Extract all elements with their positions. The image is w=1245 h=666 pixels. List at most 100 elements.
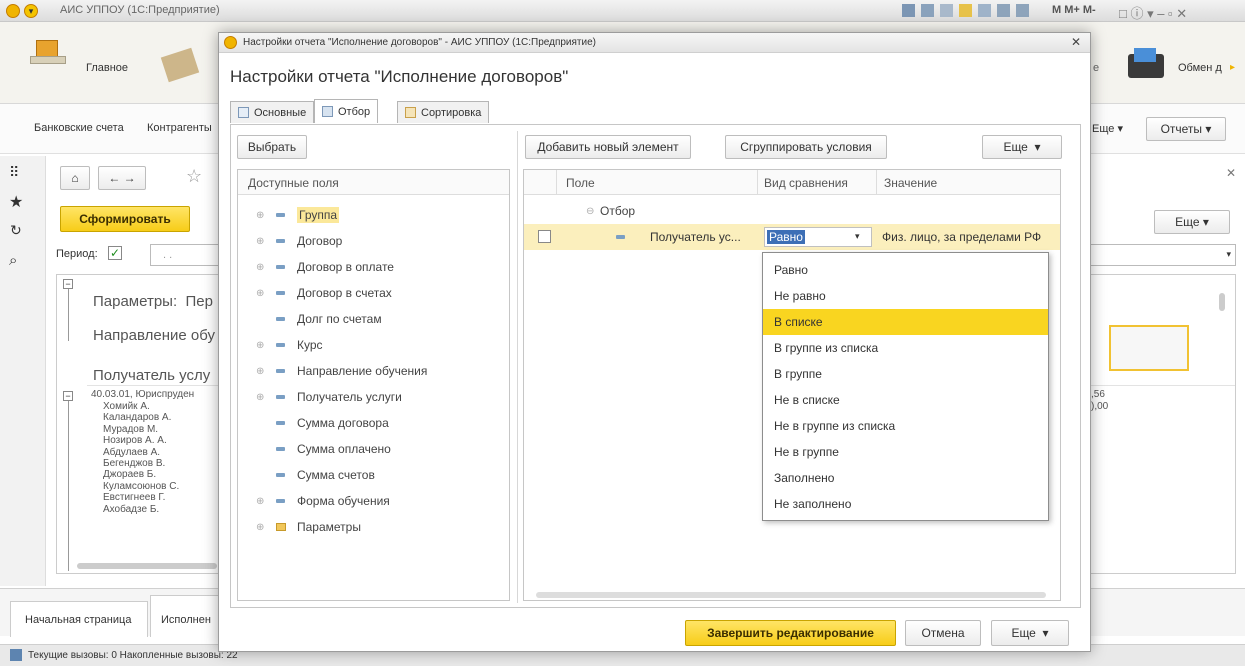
documents-section-icon[interactable] [158,46,202,84]
field-item[interactable]: ⊕ Группа [256,202,340,228]
field-item[interactable]: ⊕ Получатель услуги [256,384,402,410]
apps-grid-icon[interactable]: ⠿ [9,164,19,181]
field-item[interactable]: ⊕ Направление обучения [256,358,427,384]
field-item[interactable]: Сумма оплачено [256,436,391,462]
params-tail: Пер [185,293,213,310]
generate-button[interactable]: Сформировать [60,206,190,232]
tab-sort[interactable]: Сортировка [397,101,490,123]
field-icon [276,499,285,503]
home-section-icon[interactable] [26,32,70,70]
nav-contractors[interactable]: Контрагенты [147,122,212,134]
field-item[interactable]: ⊕ Форма обучения [256,488,390,514]
favorites-star-icon[interactable]: ★ [9,192,23,212]
option-not-equal[interactable]: Не равно [763,283,1048,309]
expand-icon[interactable]: ⊕ [256,366,270,377]
save-icon[interactable] [902,4,915,17]
report-vscroll-thumb[interactable] [1219,293,1225,311]
field-item[interactable]: ⊕ Договор в счетах [256,280,392,306]
add-element-button[interactable]: Добавить новый элемент [525,135,691,159]
field-label: Договор [297,234,343,248]
tab-home-page[interactable]: Начальная страница [10,601,148,637]
expand-icon[interactable]: ⊕ [256,496,270,507]
dialog-titlebar: Настройки отчета "Исполнение договоров" … [219,33,1090,53]
filter-condition-row[interactable]: Получатель ус... Равно ▾ Физ. лицо, за п… [524,224,1060,250]
nav-more[interactable]: Еще ▾ [1092,122,1123,135]
expand-icon[interactable]: ⊕ [256,522,270,533]
add-element-label: Добавить новый элемент [537,140,679,154]
option-not-in-group[interactable]: Не в группе [763,439,1048,465]
option-filled[interactable]: Заполнено [763,465,1048,491]
option-not-in-list[interactable]: Не в списке [763,387,1048,413]
history-icon[interactable]: ↻ [10,222,22,239]
cancel-button[interactable]: Отмена [905,620,981,646]
home-section-label[interactable]: Главное [86,62,128,74]
bookmark-star-icon[interactable]: ☆ [186,166,202,187]
expand-icon[interactable]: ⊕ [256,236,270,247]
field-item[interactable]: Сумма договора [256,410,389,436]
expand-icon[interactable]: ⊕ [256,288,270,299]
dialog-window-title: Настройки отчета "Исполнение договоров" … [243,37,596,48]
reports-button[interactable]: Отчеты ▾ [1146,117,1226,141]
tab-filter-label: Отбор [338,105,371,118]
nav-bank-accounts[interactable]: Банковские счета [34,122,124,134]
back-forward-buttons[interactable]: ← → [98,166,146,190]
period-input[interactable]: . . [150,244,220,266]
exchange-section-label[interactable]: Обмен д [1178,62,1222,74]
collapse-icon[interactable]: ⊖ [586,206,600,217]
grid-hscroll-thumb[interactable] [536,592,1046,598]
search-icon[interactable]: ⌕ [9,252,17,269]
finish-editing-button[interactable]: Завершить редактирование [685,620,896,646]
expand-icon[interactable]: ⊕ [256,262,270,273]
tab-filter[interactable]: Отбор [314,99,379,123]
home-button[interactable]: ⌂ [60,166,90,190]
group-conditions-button[interactable]: Сгруппировать условия [725,135,887,159]
field-item[interactable]: ⊕ Договор в оплате [256,254,394,280]
exchange-section-icon[interactable] [1124,46,1168,84]
report-variant-select[interactable]: ▾ [1090,244,1236,266]
condition-value[interactable]: Физ. лицо, за пределами РФ [882,230,1041,244]
expand-icon[interactable]: ⊕ [256,340,270,351]
report-hscroll-thumb[interactable] [77,563,217,569]
selected-cell[interactable] [1109,325,1189,371]
calendar-icon[interactable] [1016,4,1029,17]
dialog-close-icon[interactable]: ✕ [1071,35,1081,49]
print-icon[interactable] [921,4,934,17]
scroll-right-icon[interactable]: ▸ [1230,62,1235,73]
comparison-select[interactable]: Равно ▾ [764,227,872,247]
memory-buttons[interactable]: M M+ M- [1052,4,1096,16]
tab-basic[interactable]: Основные [230,101,315,123]
favorites-icon[interactable] [959,4,972,17]
panel-splitter[interactable] [517,131,518,603]
field-item[interactable]: Сумма счетов [256,462,375,488]
option-in-group-from-list[interactable]: В группе из списка [763,335,1048,361]
option-in-group[interactable]: В группе [763,361,1048,387]
field-item[interactable]: ⊕ Курс [256,332,323,358]
option-in-list[interactable]: В списке [763,309,1048,335]
report-more-button[interactable]: Еще ▾ [1154,210,1230,234]
condition-field[interactable]: Получатель ус... [650,230,741,244]
filter-root-row[interactable]: ⊖ Отбор [586,198,635,224]
filter-more-button[interactable]: Еще ▾ [982,135,1062,159]
history-icon[interactable] [978,4,991,17]
option-equal[interactable]: Равно [763,257,1048,283]
expand-icon[interactable]: ⊕ [256,210,270,221]
dialog-more-button[interactable]: Еще ▾ [991,620,1069,646]
use-checkbox[interactable] [538,230,551,243]
app-menu-icon[interactable]: ▾ [24,4,38,18]
option-not-filled[interactable]: Не заполнено [763,491,1048,517]
field-icon [276,291,285,295]
window-controls-icon[interactable]: □ ⓘ ▾ ‒ ▫ ✕ [1119,3,1187,22]
preview-icon[interactable] [940,4,953,17]
calculator-icon[interactable] [997,4,1010,17]
option-not-in-group-from-list[interactable]: Не в группе из списка [763,413,1048,439]
params-label: Параметры: Пер [93,293,213,310]
app-logo-icon [6,4,20,18]
select-button[interactable]: Выбрать [237,135,307,159]
field-item[interactable]: Долг по счетам [256,306,382,332]
field-item[interactable]: ⊕ Параметры [256,514,361,540]
close-report-icon[interactable]: ✕ [1226,166,1236,180]
dropdown-arrow-icon[interactable]: ▾ [855,231,860,242]
field-item[interactable]: ⊕ Договор [256,228,342,254]
expand-icon[interactable]: ⊕ [256,392,270,403]
period-checkbox[interactable]: ✓ [108,246,122,260]
